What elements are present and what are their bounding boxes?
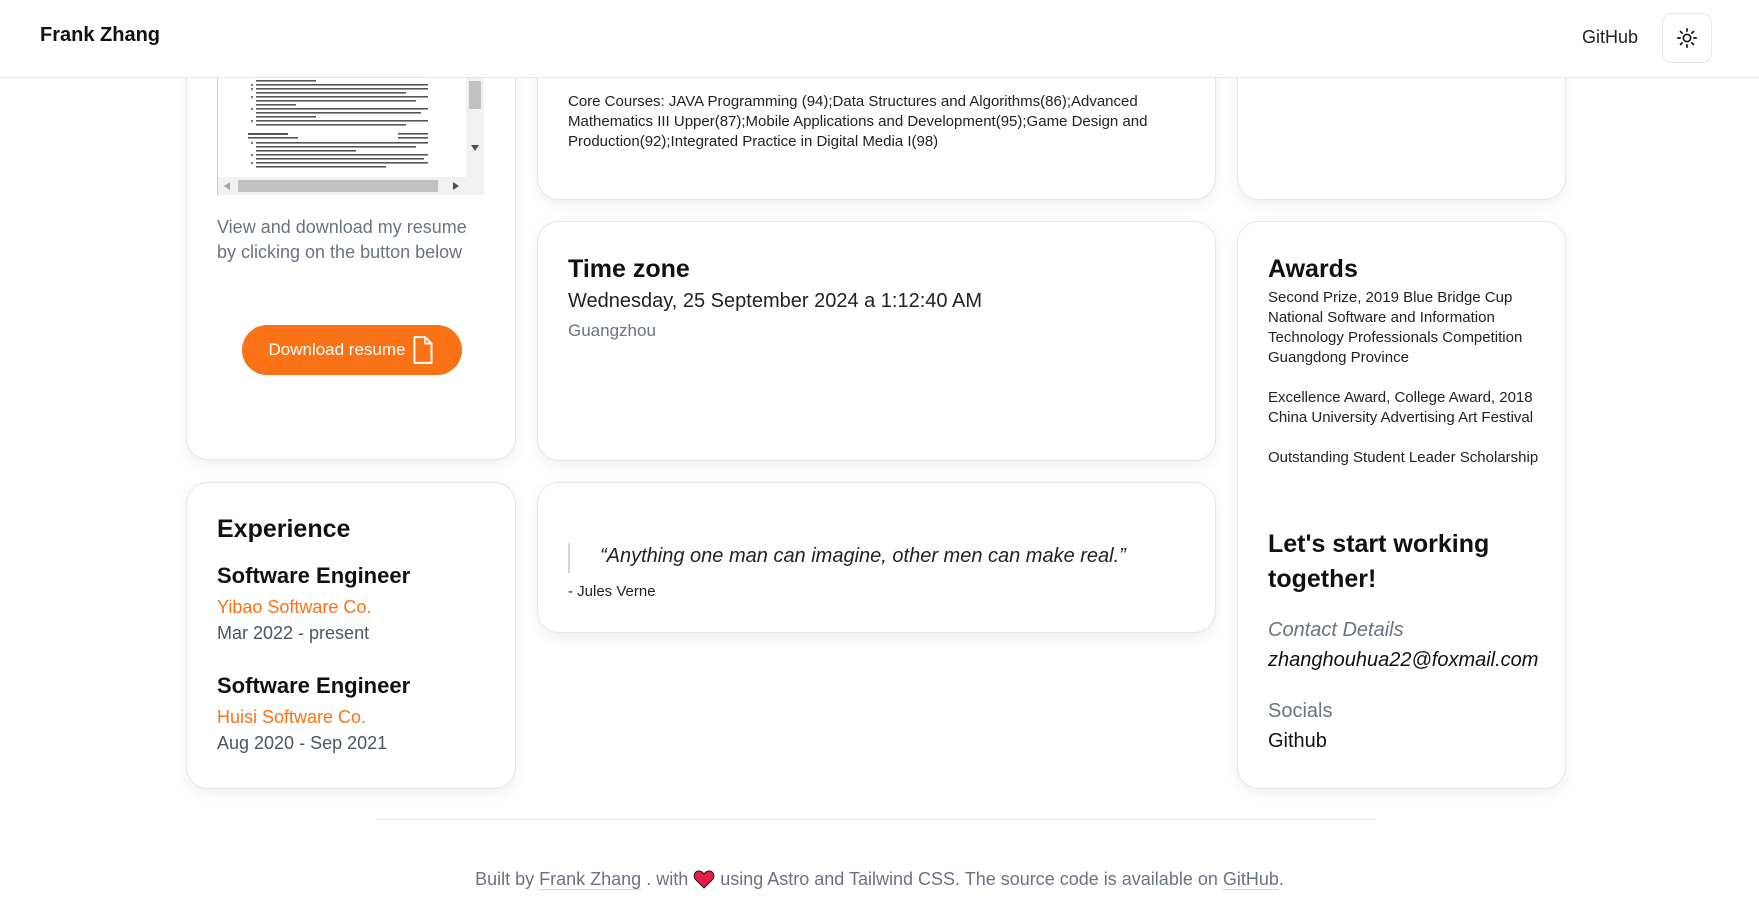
awards-card: Awards Second Prize, 2019 Blue Bridge Cu…: [1237, 221, 1566, 789]
scroll-down-arrow-icon[interactable]: [471, 145, 479, 151]
resume-vertical-scroll-thumb[interactable]: [469, 81, 481, 109]
scroll-right-arrow-icon[interactable]: [453, 182, 459, 190]
job-company: Huisi Software Co.: [217, 707, 367, 727]
experience-card: Experience Software Engineer Yibao Softw…: [186, 482, 516, 789]
footer-with: . with: [646, 869, 689, 889]
timezone-card: Time zone Wednesday, 25 September 2024 a…: [537, 221, 1216, 461]
socials-label: Socials: [1268, 700, 1333, 722]
scroll-left-arrow-icon[interactable]: [224, 182, 230, 190]
quote-card: “Anything one man can imagine, other men…: [537, 482, 1216, 633]
work-together-heading: Let's start working together!: [1268, 530, 1490, 593]
quote-author: - Jules Verne: [568, 583, 656, 600]
footer-author-link[interactable]: Frank Zhang: [539, 869, 641, 889]
awards-title: Awards: [1268, 255, 1358, 283]
contact-details-label: Contact Details: [1268, 619, 1404, 641]
job-role: Software Engineer: [217, 563, 411, 588]
resume-preview[interactable]: [217, 71, 484, 195]
quote-border: [568, 543, 570, 573]
resume-horizontal-scrollbar[interactable]: [218, 177, 484, 195]
github-nav-link[interactable]: GitHub: [1582, 27, 1638, 48]
resume-description: View and download my resume by clicking …: [217, 217, 467, 262]
socials-github-link[interactable]: Github: [1268, 730, 1327, 753]
download-resume-button[interactable]: Download resume: [242, 325, 462, 375]
timezone-datetime: Wednesday, 25 September 2024 a 1:12:40 A…: [568, 290, 982, 312]
footer-end: .: [1278, 869, 1284, 889]
timezone-title: Time zone: [568, 255, 690, 283]
resume-vertical-scrollbar[interactable]: [466, 71, 484, 177]
job-role: Software Engineer: [217, 673, 411, 698]
quote-text: “Anything one man can imagine, other men…: [600, 545, 1126, 567]
footer-built-by: Built by: [475, 869, 535, 889]
core-courses-text: Core Courses: JAVA Programming (94);Data…: [568, 93, 1148, 150]
experience-item: Software Engineer Huisi Software Co. Aug…: [217, 673, 507, 754]
timezone-city: Guangzhou: [568, 321, 656, 340]
job-company: Yibao Software Co.: [217, 597, 372, 617]
footer-source-link[interactable]: GitHub: [1223, 869, 1279, 889]
site-footer: Built by Frank Zhang . with using Astro …: [0, 869, 1759, 890]
footer-divider: [376, 819, 1376, 820]
experience-title: Experience: [217, 515, 351, 543]
footer-middle-text: using Astro and Tailwind CSS. The source…: [720, 869, 1218, 889]
site-header: Frank Zhang GitHub: [0, 0, 1759, 78]
sun-icon: [1677, 28, 1697, 48]
award-item: Second Prize, 2019 Blue Bridge Cup Natio…: [1268, 289, 1523, 366]
award-item: Outstanding Student Leader Scholarship: [1268, 449, 1539, 466]
resume-document-page: [218, 71, 467, 179]
experience-item: Software Engineer Yibao Software Co. Mar…: [217, 563, 507, 644]
file-icon: [412, 336, 433, 364]
resume-document-lines: [248, 76, 428, 168]
resume-horizontal-scroll-thumb[interactable]: [238, 180, 438, 192]
download-resume-label: Download resume: [268, 340, 406, 359]
heart-icon: [693, 870, 715, 889]
contact-email-link[interactable]: zhanghouhua22@foxmail.com: [1268, 649, 1538, 672]
awards-list: Second Prize, 2019 Blue Bridge Cup Natio…: [1268, 288, 1548, 488]
theme-toggle-button[interactable]: [1662, 13, 1712, 63]
site-brand[interactable]: Frank Zhang: [40, 24, 160, 47]
job-dates: Mar 2022 - present: [217, 623, 370, 643]
job-dates: Aug 2020 - Sep 2021: [217, 733, 388, 753]
award-item: Excellence Award, College Award, 2018 Ch…: [1268, 389, 1534, 426]
